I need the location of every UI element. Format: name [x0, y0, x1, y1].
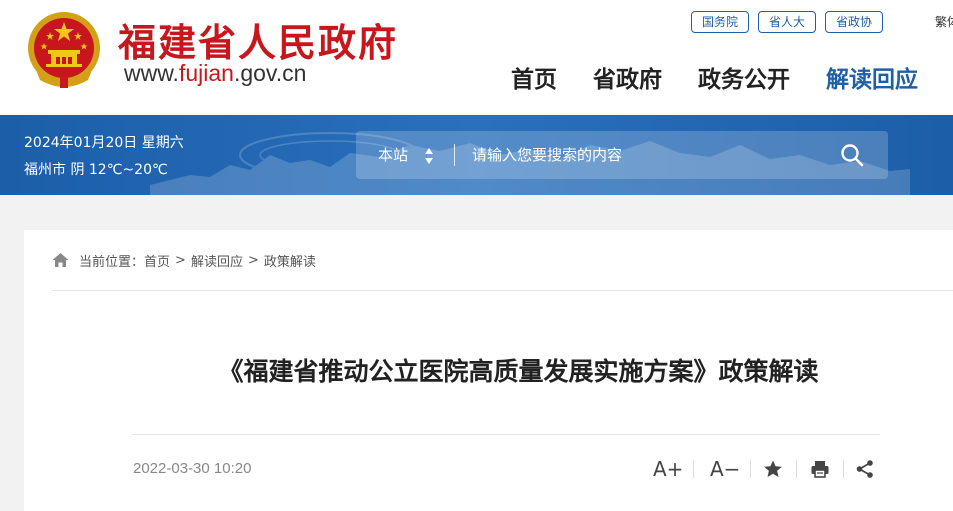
nav-government-affairs[interactable]: 政务公开: [698, 60, 790, 94]
tool-separator: [796, 460, 797, 478]
home-icon: [52, 253, 69, 267]
main-nav: 首页 省政府 政务公开 解读回应: [511, 60, 918, 94]
title-divider: [132, 434, 880, 435]
search-divider: [454, 144, 455, 166]
site-title[interactable]: 福建省人民政府: [118, 12, 398, 67]
search-bar: 本站: [356, 131, 888, 179]
search-scope-select[interactable]: 本站: [378, 131, 408, 179]
top-link-state-council[interactable]: 国务院: [691, 11, 750, 33]
top-links: 国务院 省人大 省政协: [691, 11, 884, 33]
breadcrumb-home[interactable]: 首页: [144, 251, 170, 270]
site-header: 福建省人民政府 www.fujian.gov.cn 国务院 省人大 省政协 繁体…: [0, 0, 953, 115]
article-title: 《福建省推动公立医院高质量发展实施方案》政策解读: [218, 357, 819, 386]
top-link-cppcc[interactable]: 省政协: [825, 11, 884, 33]
breadcrumb-interpretation[interactable]: 解读回应: [191, 251, 243, 270]
share-icon[interactable]: [855, 459, 875, 479]
tool-separator: [750, 460, 751, 478]
search-icon[interactable]: [840, 143, 864, 167]
publish-date: 2022-03-30 10:20: [133, 460, 252, 477]
font-decrease-icon[interactable]: A−: [710, 458, 740, 480]
info-banner: 2024年01月20日 星期六 福州市 阴 12℃~20℃ 本站: [0, 115, 953, 195]
font-increase-icon[interactable]: A+: [653, 458, 683, 480]
breadcrumb-divider: [52, 290, 953, 291]
weather-info: 福州市 阴 12℃~20℃: [24, 162, 168, 178]
tool-separator: [843, 460, 844, 478]
breadcrumb-separator: >: [175, 252, 186, 268]
sort-arrows-icon[interactable]: [424, 147, 434, 165]
breadcrumb-label: 当前位置：: [79, 254, 145, 270]
print-icon[interactable]: [810, 459, 830, 479]
breadcrumb-policy-interpretation[interactable]: 政策解读: [264, 251, 316, 270]
url-prefix: www.: [124, 60, 179, 86]
favorite-star-icon[interactable]: [763, 459, 783, 479]
nav-interpretation[interactable]: 解读回应: [826, 60, 918, 94]
breadcrumb: 当前位置： 首页 > 解读回应 > 政策解读: [52, 251, 316, 270]
search-input[interactable]: [462, 139, 812, 171]
url-highlight: fujian: [178, 60, 234, 86]
top-link-provincial-congress[interactable]: 省人大: [758, 11, 817, 33]
nav-provincial-government[interactable]: 省政府: [593, 60, 662, 94]
national-emblem-logo[interactable]: [26, 10, 102, 90]
current-date: 2024年01月20日 星期六: [24, 135, 184, 151]
article-panel: 当前位置： 首页 > 解读回应 > 政策解读 《福建省推动公立医院高质量发展实施…: [24, 230, 953, 511]
tool-separator: [693, 460, 694, 478]
traditional-chinese-toggle[interactable]: 繁体: [935, 13, 953, 30]
site-url: www.fujian.gov.cn: [124, 60, 306, 87]
breadcrumb-separator: >: [247, 252, 259, 268]
url-suffix: .gov.cn: [233, 60, 307, 86]
nav-home[interactable]: 首页: [511, 60, 557, 94]
